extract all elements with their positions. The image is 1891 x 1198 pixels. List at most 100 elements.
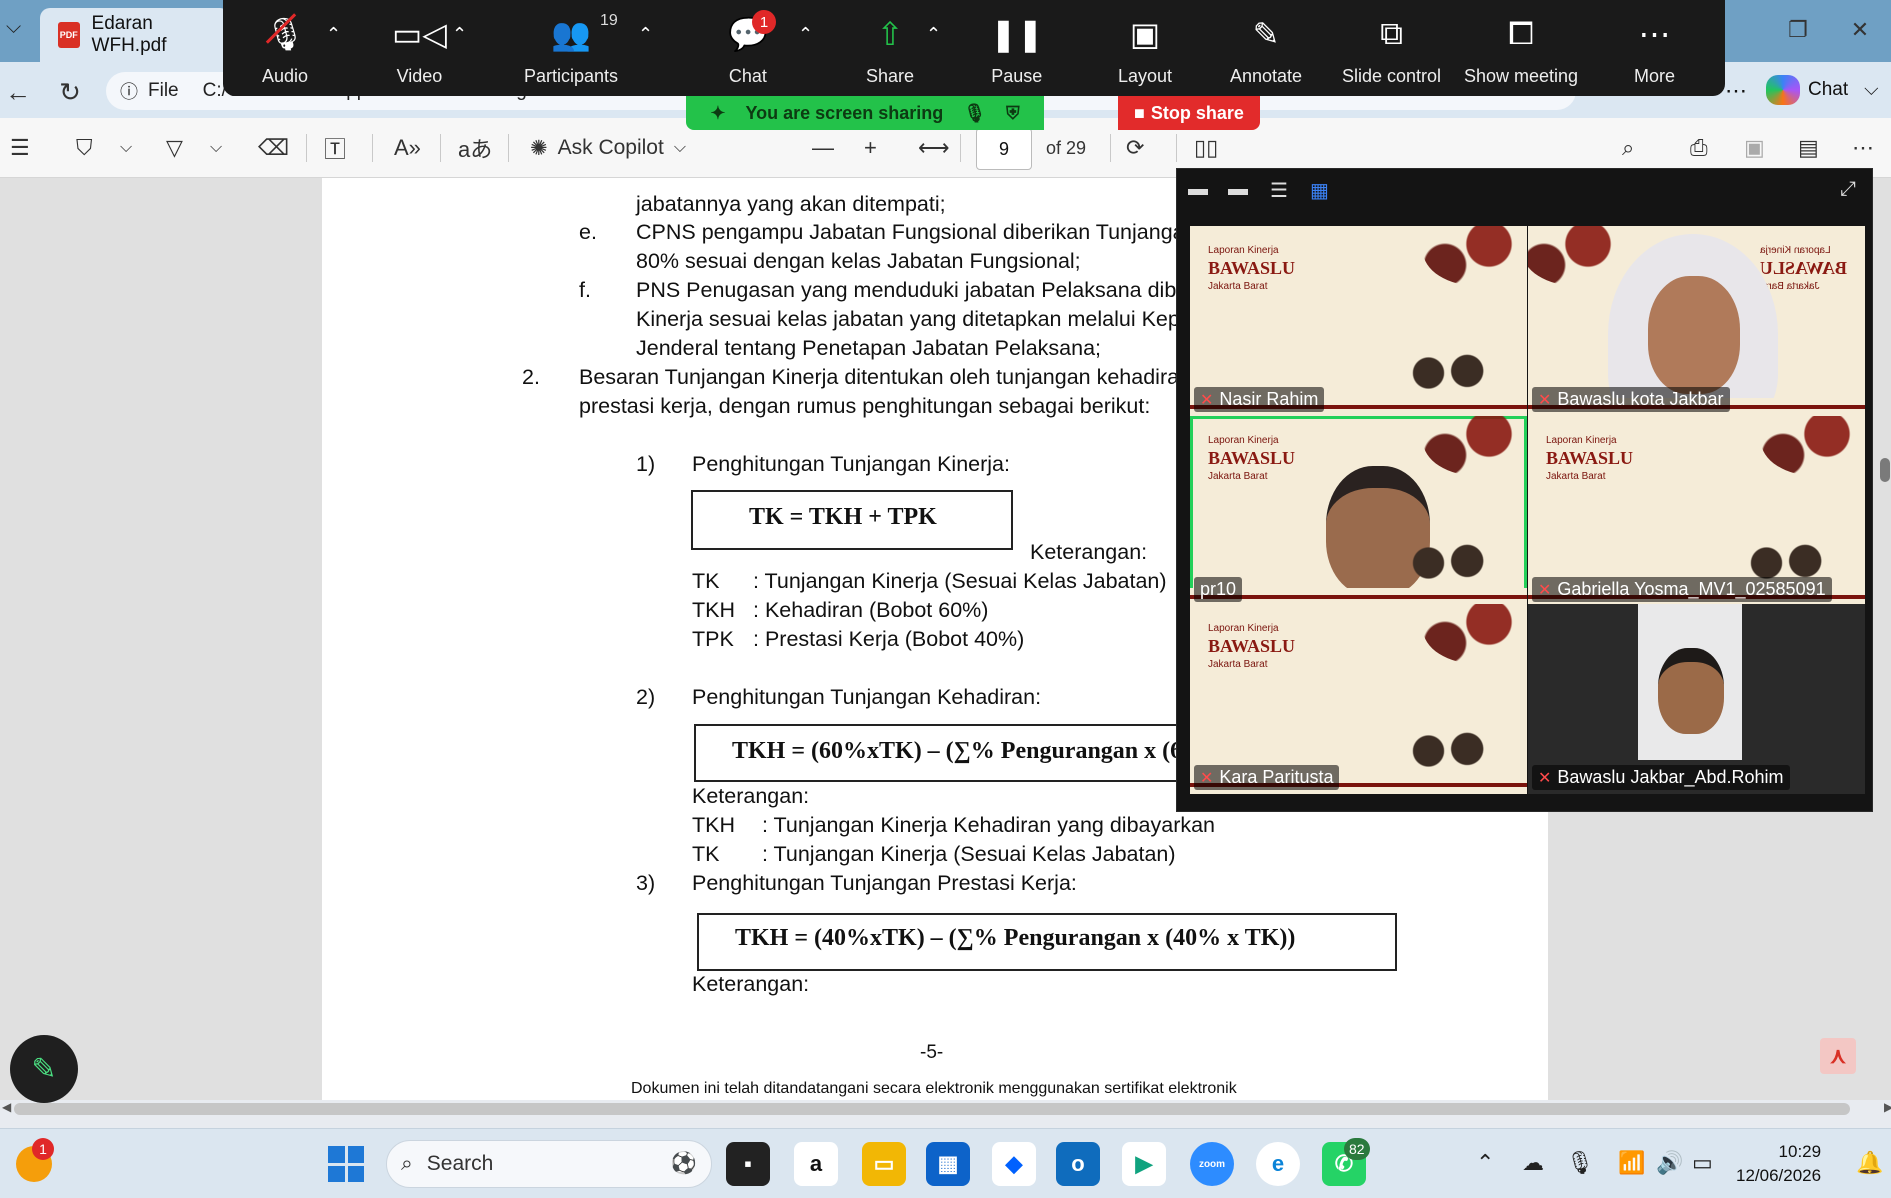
participant-tile[interactable]: Laporan Kinerja BAWASLU Jakarta Barat ✕ Baw… <box>1528 226 1865 416</box>
doc-line: : Prestasi Kerja (Bobot 40%) <box>753 627 1025 651</box>
more-tools-icon[interactable]: ⋯ <box>1852 132 1874 164</box>
save-as-icon[interactable]: ▤ <box>1798 132 1819 164</box>
erase-icon[interactable]: ⌫ <box>258 132 289 164</box>
participant-name-tag: pr10 <box>1194 577 1243 602</box>
ask-copilot-label: Ask Copilot <box>557 136 664 159</box>
slide-control-button[interactable]: ⧉ Slide control <box>1342 10 1441 87</box>
vertical-scrollbar[interactable] <box>1880 458 1890 482</box>
chevron-down-icon[interactable]: ⌵ <box>120 132 132 164</box>
gallery-view-icon[interactable]: ▦ <box>1310 178 1329 203</box>
show-hidden-icons-icon[interactable]: ⌃ <box>1476 1150 1494 1176</box>
doc-line: : Tunjangan Kinerja (Sesuai Kelas Jabata… <box>762 842 1176 866</box>
dropbox-icon[interactable]: ◆ <box>992 1142 1036 1186</box>
audio-button[interactable]: 🎙 Audio <box>262 10 308 87</box>
participant-name-tag: ✕ Nasir Rahim <box>1194 387 1325 412</box>
formula-text: TK = TKH + TPK <box>749 504 937 530</box>
show-meeting-button[interactable]: ⧠ Show meeting <box>1464 10 1578 87</box>
ornament <box>1528 226 1632 286</box>
zoom-app-icon[interactable]: zoom <box>1190 1142 1234 1186</box>
draw-pencil-button[interactable]: ✎ <box>10 1035 78 1103</box>
expand-panel-icon[interactable]: ⤢ <box>1840 178 1856 201</box>
participant-tile-active-speaker[interactable]: Laporan Kinerja BAWASLU Jakarta Barat pr10 <box>1190 416 1527 606</box>
onedrive-icon[interactable]: ☁ <box>1522 1150 1544 1176</box>
share-button[interactable]: ⇧ Share <box>866 10 914 87</box>
chevron-up-icon[interactable]: ⌃ <box>638 24 653 45</box>
participant-tile[interactable]: ✕ Bawaslu Jakbar_Abd.Rohim <box>1528 604 1865 794</box>
participant-tile[interactable]: Laporan Kinerja BAWASLU Jakarta Barat ✕ Kar… <box>1190 604 1527 794</box>
screen-sharing-banner[interactable]: ✦ You are screen sharing 🎙 ⛨ <box>686 96 1044 130</box>
back-icon[interactable]: ← <box>0 74 36 110</box>
read-aloud-icon[interactable]: A» <box>394 132 421 164</box>
ask-copilot-button[interactable]: ✺ Ask Copilot ⌵ <box>530 132 686 164</box>
outlook-icon[interactable]: o <box>1056 1142 1100 1186</box>
file-explorer-icon[interactable]: ▭ <box>862 1142 906 1186</box>
stop-share-button[interactable]: ■ Stop share <box>1118 96 1260 130</box>
scroll-left-icon[interactable]: ◀ <box>2 1100 11 1114</box>
close-window-icon[interactable]: ✕ <box>1840 10 1880 50</box>
bawaslu-logo: Laporan Kinerja BAWASLU Jakarta Barat <box>1546 435 1634 483</box>
more-button[interactable]: ⋯ More <box>1634 10 1675 87</box>
chevron-up-icon[interactable]: ⌃ <box>326 24 341 45</box>
scroll-right-icon[interactable]: ▶ <box>1884 1100 1891 1114</box>
doc-line: Besaran Tunjangan Kinerja ditentukan ole… <box>579 365 1233 389</box>
layout-icon: ▣ <box>1129 16 1161 52</box>
browser-tab[interactable]: PDF Edaran WFH.pdf <box>40 8 230 62</box>
strip-view-icon[interactable]: ☰ <box>1270 178 1288 203</box>
tab-actions-chevron-icon[interactable]: ⌵ <box>6 16 32 42</box>
restore-window-icon[interactable]: ❐ <box>1778 10 1818 50</box>
annotate-button[interactable]: ✎ Annotate <box>1230 10 1302 87</box>
amazon-icon[interactable]: a <box>794 1142 838 1186</box>
microsoft-store-icon[interactable]: ▦ <box>926 1142 970 1186</box>
chevron-up-icon[interactable]: ⌃ <box>798 24 813 45</box>
taskbar-search[interactable]: ⌕ Search ⚽ <box>386 1140 712 1188</box>
page-view-icon[interactable]: ▯▯ <box>1194 132 1218 164</box>
page-number-input[interactable]: 9 <box>976 128 1032 170</box>
acrobat-icon[interactable]: ⋏ <box>1820 1038 1856 1074</box>
fit-width-icon[interactable]: ⟷ <box>918 132 950 164</box>
layout-button[interactable]: ▣ Layout <box>1118 10 1172 87</box>
search-highlight-icon: ⚽ <box>670 1152 697 1175</box>
draw-icon[interactable]: ▽ <box>166 132 183 164</box>
participant-tile[interactable]: Laporan Kinerja BAWASLU Jakarta Barat ✕ Nas… <box>1190 226 1527 416</box>
chevron-up-icon[interactable]: ⌃ <box>926 24 941 45</box>
translate-icon[interactable]: aあ <box>458 132 492 164</box>
pause-share-button[interactable]: ❚❚ Pause <box>990 10 1044 87</box>
toolbar-divider <box>960 134 961 162</box>
battery-icon[interactable]: ▭ <box>1692 1150 1713 1176</box>
volume-icon[interactable]: 🔊 <box>1656 1150 1683 1176</box>
refresh-icon[interactable]: ↻ <box>52 74 88 110</box>
wifi-icon[interactable]: 📶 <box>1618 1150 1645 1176</box>
zoom-in-icon[interactable]: + <box>864 132 877 164</box>
pin-icon: ✦ <box>710 102 726 123</box>
find-icon[interactable]: ⌕ <box>1622 132 1634 164</box>
game-pass-icon[interactable]: ▶ <box>1122 1142 1166 1186</box>
notifications-icon[interactable]: 🔔 <box>1856 1150 1883 1176</box>
participants-count: 19 <box>600 12 618 29</box>
tab-title: Edaran WFH.pdf <box>91 13 167 56</box>
share-label: Share <box>866 66 915 86</box>
print-icon[interactable]: ⎙ <box>1690 132 1708 164</box>
highlight-icon[interactable]: ⛉ <box>76 132 93 164</box>
start-icon[interactable] <box>328 1146 364 1182</box>
more-options-icon[interactable]: ⋯ <box>1725 78 1747 104</box>
horizontal-scrollbar[interactable] <box>14 1103 1850 1115</box>
copilot-chat-button[interactable]: Chat ⌵ <box>1766 70 1879 110</box>
text-box-icon[interactable]: 🅃 <box>324 132 346 164</box>
chevron-down-icon[interactable]: ⌵ <box>210 132 222 164</box>
rotate-icon[interactable]: ⟳ <box>1126 132 1144 164</box>
minimize-panel-icon[interactable]: ▬ <box>1188 178 1208 201</box>
speaker-view-icon[interactable]: ▬ <box>1228 178 1248 201</box>
task-view-icon[interactable]: ▪ <box>726 1142 770 1186</box>
participant-name-tag: ✕ Bawaslu Jakbar_Abd.Rohim <box>1532 765 1790 790</box>
ornament <box>1761 416 1865 476</box>
mic-icon[interactable]: 🎙 <box>1566 1150 1594 1176</box>
zoom-out-icon[interactable]: — <box>812 132 834 164</box>
save-icon[interactable]: ▣ <box>1744 132 1765 164</box>
chevron-up-icon[interactable]: ⌃ <box>452 24 467 45</box>
edge-icon[interactable]: e <box>1256 1142 1300 1186</box>
video-button[interactable]: ▭◁ Video <box>392 10 447 87</box>
clock[interactable]: 10:29 12/06/2026 <box>1736 1140 1821 1188</box>
contents-icon[interactable]: ☰ <box>10 132 30 164</box>
shield-icon: ⛨ <box>1006 102 1020 123</box>
participant-tile[interactable]: Laporan Kinerja BAWASLU Jakarta Barat ✕ Gab… <box>1528 416 1865 606</box>
